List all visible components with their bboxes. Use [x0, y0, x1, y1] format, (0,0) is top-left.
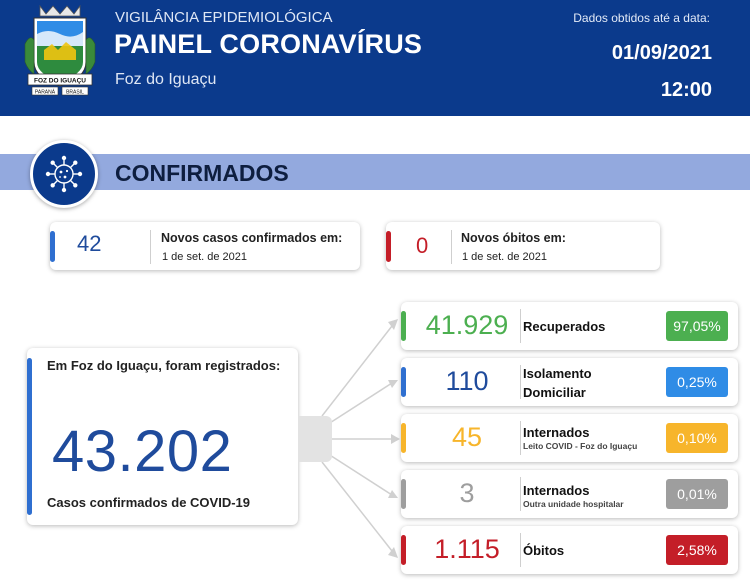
- total-cases-intro: Em Foz do Iguaçu, foram registrados:: [47, 358, 281, 373]
- hospitalized-other-divider: [520, 477, 521, 511]
- deaths-divider: [520, 533, 521, 567]
- hospitalized-covid-accent: [401, 423, 406, 453]
- hospitalized-covid-divider: [520, 421, 521, 455]
- hospitalized-other-percent-badge: 0,01%: [666, 479, 728, 509]
- recovered-divider: [520, 309, 521, 343]
- home-isolation-percent-badge: 0,25%: [666, 367, 728, 397]
- deaths-percent-badge: 2,58%: [666, 535, 728, 565]
- recovered-value: 41.929: [425, 310, 509, 340]
- recovered-accent: [401, 311, 406, 341]
- home-isolation-accent: [401, 367, 406, 397]
- hospitalized-other-accent: [401, 479, 406, 509]
- hospitalized-covid-title: Internados: [523, 425, 590, 440]
- deaths-card: 1.115 Óbitos 2,58%: [401, 526, 738, 574]
- recovered-card: 41.929 Recuperados 97,05%: [401, 302, 738, 350]
- total-cases-value: 43.202: [52, 419, 233, 484]
- hospitalized-other-title: Internados: [523, 483, 590, 498]
- home-isolation-divider: [520, 365, 521, 399]
- hospitalized-other-subtitle: Outra unidade hospitalar: [523, 499, 624, 509]
- home-isolation-title-line2: Domiciliar: [523, 385, 586, 400]
- hospitalized-covid-card: 45 Internados Leito COVID - Foz do Iguaç…: [401, 414, 738, 462]
- recovered-percent-badge: 97,05%: [666, 311, 728, 341]
- hospitalized-other-value: 3: [459, 478, 475, 508]
- total-cases-accent: [27, 358, 32, 515]
- deaths-accent: [401, 535, 406, 565]
- hospitalized-covid-percent-badge: 0,10%: [666, 423, 728, 453]
- hospitalized-other-card: 3 Internados Outra unidade hospitalar 0,…: [401, 470, 738, 518]
- deaths-title: Óbitos: [523, 543, 565, 558]
- total-cases-connector: [298, 416, 332, 462]
- hospitalized-covid-value: 45: [451, 422, 483, 452]
- home-isolation-value: 110: [445, 366, 489, 396]
- home-isolation-title: Isolamento: [523, 366, 592, 381]
- hospitalized-covid-subtitle: Leito COVID - Foz do Iguaçu: [523, 441, 638, 451]
- total-cases-label: Casos confirmados de COVID-19: [47, 495, 250, 510]
- recovered-title: Recuperados: [523, 319, 606, 334]
- home-isolation-card: 110 Isolamento Domiciliar 0,25%: [401, 358, 738, 406]
- deaths-value: 1.115: [434, 534, 500, 564]
